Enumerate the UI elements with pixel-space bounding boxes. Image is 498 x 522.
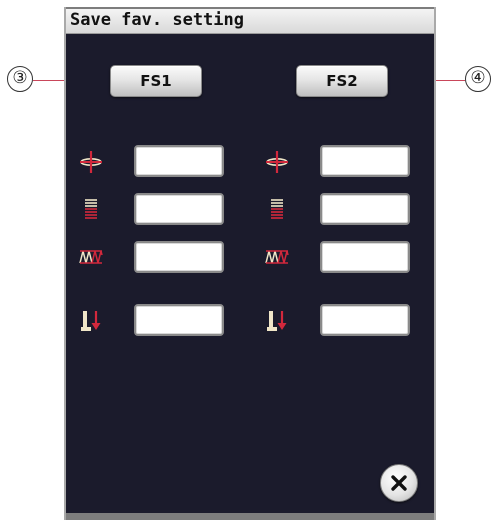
fs2-button[interactable]: FS2 — [296, 65, 388, 97]
fs2-presser-foot-pressure-field[interactable] — [320, 304, 410, 336]
fs1-thread-tension-field[interactable] — [134, 145, 224, 177]
fs2-thread-tension-field[interactable] — [320, 145, 410, 177]
stitch-width-icon — [265, 245, 289, 269]
presser-foot-pressure-icon — [265, 309, 289, 333]
thread-tension-icon — [79, 150, 103, 174]
title-bar: Save fav. setting — [66, 9, 434, 34]
window-title: Save fav. setting — [70, 10, 244, 30]
fs2-stitch-width-field[interactable] — [320, 241, 410, 273]
thread-tension-icon — [265, 150, 289, 174]
x-icon — [391, 475, 407, 491]
fs1-button[interactable]: FS1 — [110, 65, 202, 97]
stitch-length-icon — [79, 197, 103, 221]
fs1-stitch-length-field[interactable] — [134, 193, 224, 225]
stitch-length-icon — [265, 197, 289, 221]
close-button[interactable] — [380, 464, 418, 502]
presser-foot-pressure-icon — [79, 309, 103, 333]
stitch-width-icon — [79, 245, 103, 269]
fs2-stitch-length-field[interactable] — [320, 193, 410, 225]
callout-4: ④ — [465, 66, 491, 92]
fs1-stitch-width-field[interactable] — [134, 241, 224, 273]
fs1-presser-foot-pressure-field[interactable] — [134, 304, 224, 336]
save-fav-setting-screen: Save fav. setting FS1 FS2 — [66, 9, 434, 513]
callout-3: ③ — [7, 66, 33, 92]
